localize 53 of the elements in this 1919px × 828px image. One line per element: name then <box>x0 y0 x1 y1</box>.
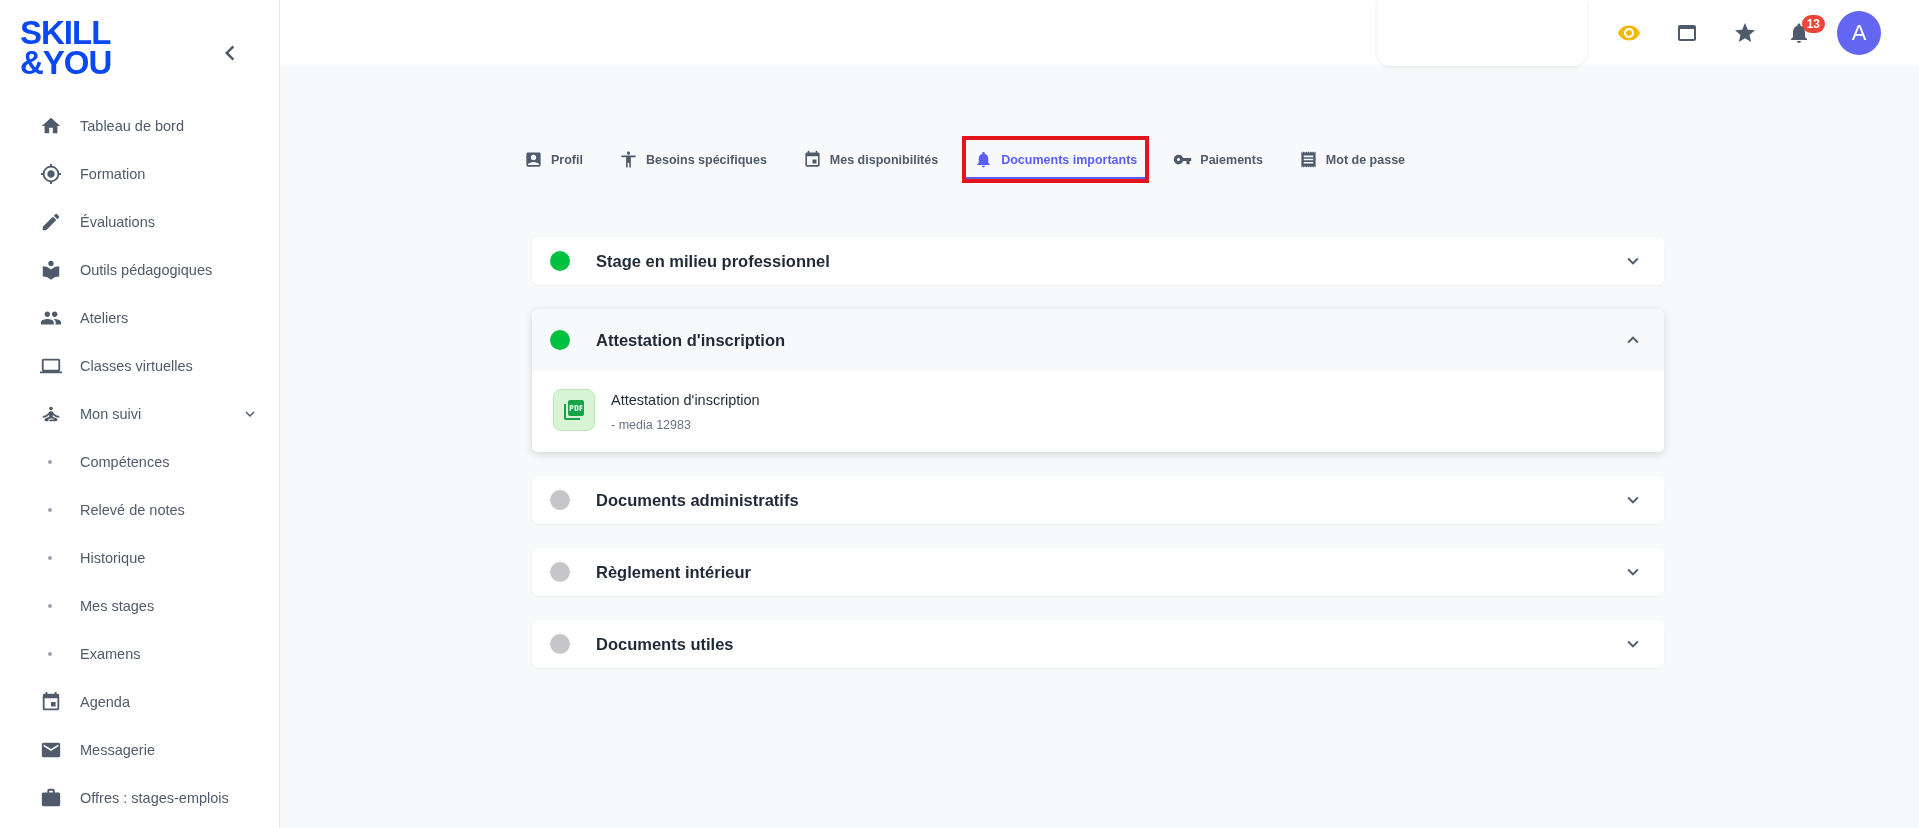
document-icon <box>1298 150 1318 169</box>
sidebar-item[interactable]: Évaluations <box>0 198 279 246</box>
sidebar-item[interactable]: Mon suivi <box>0 390 279 438</box>
sidebar-subitem[interactable]: Examens <box>0 630 279 678</box>
document-name: Attestation d'inscription <box>611 392 760 408</box>
sidebar-item[interactable]: Offres : stages-emplois <box>0 774 279 822</box>
accordion-header[interactable]: Attestation d'inscription <box>532 309 1664 371</box>
sidebar-item[interactable]: Outils pédagogiques <box>0 246 279 294</box>
tab[interactable]: Mes disponibilités <box>790 136 951 183</box>
reader-icon <box>40 259 62 281</box>
sidebar-subitem[interactable]: Compétences <box>0 438 279 486</box>
tab[interactable]: Profil <box>512 136 595 183</box>
avatar[interactable]: A <box>1837 11 1881 55</box>
accessibility-icon <box>618 150 638 169</box>
bullet-icon <box>48 556 52 560</box>
document-meta: - media 12983 <box>611 418 692 432</box>
accordion-header[interactable]: Documents administratifs <box>532 476 1664 524</box>
sidebar-item[interactable]: Formation <box>0 150 279 198</box>
sidebar-item[interactable]: Agenda <box>0 678 279 726</box>
sidebar-item[interactable]: Ateliers <box>0 294 279 342</box>
sidebar-item[interactable]: Messagerie <box>0 726 279 774</box>
notification-count: 13 <box>1801 15 1825 33</box>
calendar-icon <box>40 691 62 713</box>
bullet-icon <box>48 604 52 608</box>
sidebar-subitem[interactable]: Mes stages <box>0 582 279 630</box>
tab[interactable]: Besoins spécifiques <box>606 136 779 183</box>
section-title: Documents administratifs <box>596 490 800 510</box>
profile-icon <box>524 150 543 169</box>
briefcase-icon <box>40 787 62 809</box>
accordion-header[interactable]: Règlement intérieur <box>532 548 1664 596</box>
tab[interactable]: Documents importants <box>962 136 1150 183</box>
accordion-header[interactable]: Documents utiles <box>532 620 1664 668</box>
pencil-icon <box>40 211 62 233</box>
sidebar-subitem[interactable]: Historique <box>0 534 279 582</box>
bullet-icon <box>48 652 52 656</box>
calendar-icon <box>802 150 822 169</box>
star-icon[interactable] <box>1733 21 1757 45</box>
tab[interactable]: Mot de passe <box>1286 136 1418 183</box>
logo[interactable]: SKILL &YOU <box>20 18 112 78</box>
bullet-icon <box>48 508 52 512</box>
crosshair-icon <box>40 163 62 185</box>
sidebar-item[interactable]: Classes virtuelles <box>0 342 279 390</box>
accordion-header[interactable]: Stage en milieu professionnel <box>532 237 1664 285</box>
section-title: Attestation d'inscription <box>596 330 787 350</box>
tab[interactable]: Paiements <box>1161 136 1275 183</box>
pdf-icon <box>553 389 595 431</box>
sidebar-subitem[interactable]: Relevé de notes <box>0 486 279 534</box>
section-title: Règlement intérieur <box>596 562 752 582</box>
document-row[interactable]: Attestation d'inscription - media 12983 <box>532 371 1664 452</box>
bullet-icon <box>48 460 52 464</box>
section-title: Stage en milieu professionnel <box>596 251 831 271</box>
section-title: Documents utiles <box>596 634 735 654</box>
sidebar-item[interactable]: Tableau de bord <box>0 102 279 150</box>
